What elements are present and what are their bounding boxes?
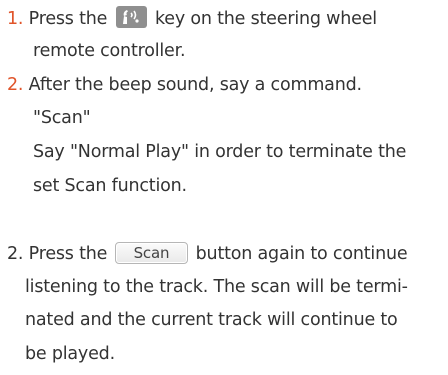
step1-number: 1. [7,9,24,29]
step1-text-before-icon: Press the [28,9,108,29]
manual-page: 1. Press the key on the steering wheel r… [0,0,448,375]
step2-note-line1: Say "Normal Play" in order to terminate … [33,142,407,162]
alt-step-number: 2. [7,244,24,264]
step2-line1: 2. After the beep sound, say a command. [7,74,362,96]
alt-step-text-before-button: Press the [28,244,108,264]
alt-step-text-after-button: button again to continue [195,244,408,264]
step1-line2: remote controller. [33,41,186,61]
step1-line1: 1. Press the key on the steering wheel [7,6,377,30]
scan-button[interactable]: Scan [114,242,189,264]
alt-step-line4: be played. [25,344,115,364]
step1-text-after-icon: key on the steering wheel [154,9,377,29]
step2-number: 2. [7,75,24,95]
alt-step-line3: nated and the current track will continu… [25,310,398,330]
step2-command: "Scan" [33,108,91,128]
voice-recognition-icon [115,6,147,28]
alt-step-line2: listening to the track. The scan will be… [25,277,408,297]
step2-text: After the beep sound, say a command. [28,75,362,95]
alt-step-line1: 2. Press the Scan button again to contin… [7,242,408,265]
step2-note-line2: set Scan function. [33,176,187,196]
